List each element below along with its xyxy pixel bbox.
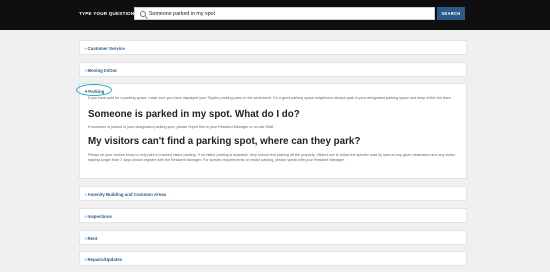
search-input[interactable]: Someone parked in my spot [134,7,435,20]
search-button[interactable]: SEARCH [437,7,465,20]
section-rent[interactable]: ›Rent [79,230,467,245]
section-label: Customer Service [87,46,125,51]
section-label: Inspections [87,214,112,219]
section-customer-service[interactable]: ›Customer Service [79,40,467,55]
search-input-value: Someone parked in my spot [149,10,215,17]
search-icon [140,10,146,17]
faq-question: My visitors can't find a parking spot, w… [88,136,361,147]
section-moving-in-out[interactable]: ›Moving In/Out [79,62,467,77]
section-inspections[interactable]: ›Inspections [79,208,467,223]
section-repairs[interactable]: ›Repairs/Updates [79,251,467,266]
faq-answer: If someone is parked in your designated … [88,125,275,129]
highlight-oval [76,84,112,96]
faq-question: Someone is parked in my spot. What do I … [88,109,300,120]
section-label: Rent [87,236,98,241]
section-label: Moving In/Out [87,68,117,73]
section-parking: ▾Parking If you have paid for a parking … [79,83,467,179]
top-search-bar: TYPE YOUR QUESTION Someone parked in my … [0,0,550,30]
question-label: TYPE YOUR QUESTION [79,11,135,16]
section-label: Amenity Building and Common Areas [87,192,167,197]
section-label: Repairs/Updates [87,257,123,262]
faq-answer: Please let your visitors know to only pa… [88,153,456,162]
parking-intro: If you have paid for a parking space, ma… [88,96,452,100]
section-amenity[interactable]: ›Amenity Building and Common Areas [79,186,467,201]
